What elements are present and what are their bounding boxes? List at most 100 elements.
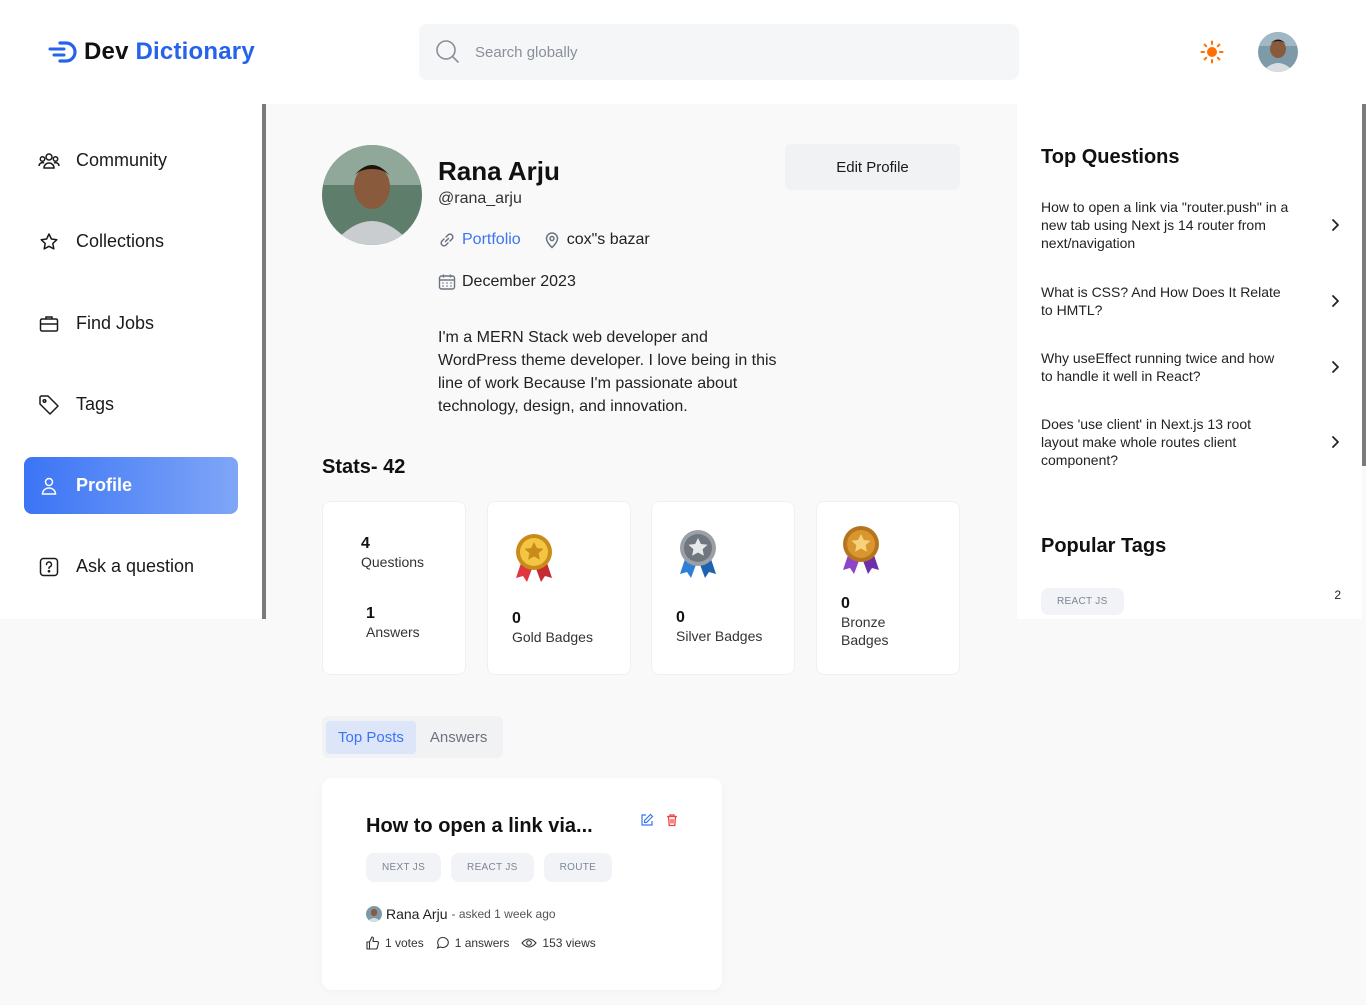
post-views-text: 153 views [542, 936, 596, 950]
logo[interactable]: Dev Dictionary [48, 38, 255, 66]
chevron-right-icon [1332, 436, 1339, 448]
post-metrics: 1 votes 1 answers 153 views [366, 936, 596, 950]
edit-profile-button[interactable]: Edit Profile [785, 144, 960, 190]
sidebar-item-tags[interactable]: Tags [24, 376, 238, 433]
sidebar-item-profile[interactable]: Profile [24, 457, 238, 514]
tab-top-posts[interactable]: Top Posts [326, 720, 416, 754]
questions-count: 4 [361, 535, 370, 552]
post-title[interactable]: How to open a link via... [366, 815, 593, 838]
logo-text-dictionary: Dictionary [135, 38, 255, 65]
post-answers: 1 answers [436, 936, 510, 950]
post-votes-text: 1 votes [385, 936, 424, 950]
theme-toggle-button[interactable] [1200, 40, 1224, 64]
tab-answers[interactable]: Answers [418, 721, 500, 754]
post-answers-text: 1 answers [454, 936, 510, 950]
top-bar: Dev Dictionary [0, 0, 1366, 104]
logo-text: Dev Dictionary [84, 38, 255, 66]
sidebar-item-collections[interactable]: Collections [24, 213, 238, 270]
global-search [419, 24, 1019, 80]
sidebar-item-label: Community [76, 150, 168, 170]
top-question-item[interactable]: What is CSS? And How Does It Relate to H… [1041, 283, 1341, 319]
profile-avatar [322, 145, 422, 245]
chevron-right-icon [1332, 361, 1339, 373]
user-icon [38, 475, 60, 497]
post-author-name[interactable]: Rana Arju [386, 906, 447, 922]
gold-badges-count: 0 [512, 610, 521, 627]
edit-icon[interactable] [640, 813, 654, 827]
search-input[interactable] [475, 43, 975, 61]
top-question-text: How to open a link via "router.push" in … [1041, 199, 1289, 251]
top-question-text: Does 'use client' in Next.js 13 root lay… [1041, 416, 1251, 468]
post-asked-time: - asked 1 week ago [451, 907, 556, 921]
popular-tag[interactable]: REACT JS [1041, 588, 1124, 615]
link-icon [440, 233, 454, 247]
search-icon [436, 40, 459, 63]
post-tag[interactable]: NEXT JS [366, 853, 442, 882]
profile-bio: I'm a MERN Stack web developer and WordP… [438, 329, 777, 415]
question-icon [38, 556, 60, 578]
gold-badges-label: Gold Badges [512, 629, 593, 645]
popular-tag-row[interactable]: REACT JS 2 [1041, 588, 1341, 615]
post-tags: NEXT JS REACT JS ROUTE [366, 853, 613, 882]
post-tag[interactable]: REACT JS [451, 853, 534, 882]
portfolio-link[interactable]: Portfolio [462, 231, 521, 249]
top-question-text: What is CSS? And How Does It Relate to H… [1041, 284, 1281, 318]
profile-joined: December 2023 [438, 273, 576, 291]
chevron-right-icon [1332, 219, 1339, 231]
tag-icon [38, 394, 60, 416]
top-question-item[interactable]: How to open a link via "router.push" in … [1041, 198, 1341, 252]
eye-icon [521, 938, 538, 948]
top-question-item[interactable]: Why useEffect running twice and how to h… [1041, 349, 1341, 385]
profile-joined-text: December 2023 [462, 273, 576, 290]
stat-card-gold-badges: 0 Gold Badges [487, 501, 631, 675]
profile-location-text: cox"s bazar [566, 231, 650, 248]
avatar [1258, 32, 1298, 72]
stat-card-silver-badges: 0 Silver Badges [651, 501, 795, 675]
stat-card-questions-answers: 4 Questions 1 Answers [322, 501, 466, 675]
logo-text-dev: Dev [84, 38, 129, 65]
app-root: Dev Dictionary Search globally Community… [0, 0, 1366, 1005]
sun-icon [1200, 40, 1224, 64]
right-sidebar-scrollbar[interactable] [1362, 104, 1366, 466]
delete-icon[interactable] [665, 813, 679, 827]
post-votes: 1 votes [366, 936, 424, 950]
sidebar-item-label: Find Jobs [76, 313, 155, 333]
profile-main: Rana Arju @rana_arju Portfolio cox"s baz… [266, 104, 1017, 1004]
post-author: Rana Arju - asked 1 week ago [366, 906, 556, 922]
bronze-badges-count: 0 [841, 595, 850, 612]
left-sidebar: Community Collections Find Jobs Tags Pro… [0, 104, 262, 619]
top-question-item[interactable]: Does 'use client' in Next.js 13 root lay… [1041, 415, 1341, 469]
sidebar-item-ask-question[interactable]: Ask a question [24, 538, 238, 595]
profile-tabs: Top Posts Answers [322, 716, 504, 758]
right-sidebar: Top Questions How to open a link via "ro… [1017, 104, 1362, 619]
post-tag[interactable]: ROUTE [543, 853, 613, 882]
questions-label: Questions [361, 554, 425, 570]
sidebar-item-label: Collections [76, 231, 165, 251]
logo-icon [48, 41, 77, 63]
briefcase-icon [38, 313, 60, 335]
top-question-text: Why useEffect running twice and how to h… [1041, 350, 1275, 384]
silver-medal-icon [680, 530, 716, 578]
profile-meta: Portfolio cox"s bazar [438, 231, 650, 249]
popular-tag-count: 2 [1334, 588, 1341, 602]
silver-badges-count: 0 [676, 609, 685, 626]
post-card[interactable]: How to open a link via... NEXT JS REACT … [322, 778, 722, 990]
sidebar-item-community[interactable]: Community [24, 132, 238, 189]
stat-card-bronze-badges: 0 Bronze Badges [816, 501, 960, 675]
sidebar-item-label: Ask a question [76, 556, 195, 576]
community-icon [38, 150, 60, 172]
user-avatar-button[interactable] [1258, 32, 1298, 72]
post-views: 153 views [521, 936, 596, 950]
gold-medal-icon [516, 534, 552, 582]
avatar [366, 906, 382, 922]
message-icon [436, 936, 449, 949]
sidebar-item-label: Profile [76, 475, 133, 495]
chevron-right-icon [1332, 295, 1339, 307]
answers-count: 1 [366, 605, 375, 622]
profile-username: @rana_arju [438, 190, 522, 207]
top-questions-title: Top Questions [1041, 146, 1180, 168]
sidebar-item-label: Tags [76, 394, 115, 414]
sidebar-item-find-jobs[interactable]: Find Jobs [24, 295, 238, 352]
stats-title: Stats- 42 [322, 456, 406, 478]
location-pin-icon [545, 232, 558, 249]
